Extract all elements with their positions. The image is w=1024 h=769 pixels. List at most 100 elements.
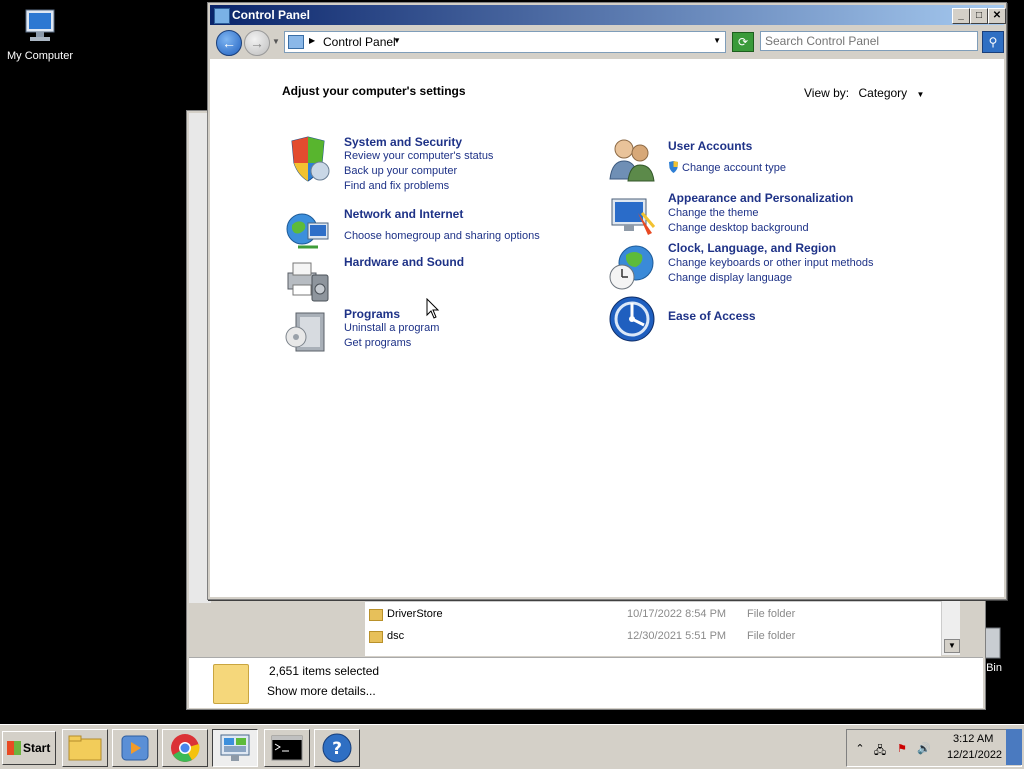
category-system-and-security: System and Security Review your computer… <box>284 135 584 195</box>
volume-icon[interactable]: 🔊 <box>917 742 931 756</box>
show-more-details-link[interactable]: Show more details... <box>267 684 376 698</box>
control-panel-icon <box>288 35 304 49</box>
category-title[interactable]: Network and Internet <box>344 207 463 221</box>
chevron-down-icon[interactable]: ▼ <box>917 90 925 99</box>
clock-globe-icon[interactable] <box>608 243 656 291</box>
taskbar: Start ? ⌃ 🖧 ⚑ 🔊 3:12 AM 12/21/2022 <box>0 724 1024 769</box>
taskbar-explorer-button[interactable] <box>62 729 108 767</box>
category-link[interactable]: Review your computer's status <box>344 150 493 162</box>
scroll-down-button[interactable]: ▼ <box>944 639 960 653</box>
ease-of-access-icon[interactable] <box>608 295 656 343</box>
taskbar-control-panel-button[interactable] <box>212 729 258 767</box>
command-prompt-icon <box>271 735 303 761</box>
category-appearance-and-personalization: Appearance and Personalization Change th… <box>608 187 938 235</box>
category-link[interactable]: Get programs <box>344 337 411 349</box>
globe-network-icon[interactable] <box>284 207 332 255</box>
page-title: Adjust your computer's settings <box>282 84 466 98</box>
taskbar-chrome-button[interactable] <box>162 729 208 767</box>
folder-icon <box>213 664 249 704</box>
file-type: File folder <box>747 608 796 620</box>
category-title[interactable]: User Accounts <box>668 139 752 153</box>
close-button[interactable]: ✕ <box>988 8 1006 24</box>
refresh-icon: ⟳ <box>737 35 749 49</box>
breadcrumb-control-panel[interactable]: Control Panel <box>323 35 396 49</box>
taskbar-cmd-button[interactable] <box>264 729 310 767</box>
my-computer-desktop-icon[interactable]: My Computer <box>0 8 80 62</box>
list-item[interactable]: DriverStore 10/17/2022 8:54 PM File fold… <box>365 604 941 626</box>
forward-button[interactable]: → <box>244 30 270 56</box>
clock-date[interactable]: 12/21/2022 <box>947 749 1002 761</box>
maximize-button[interactable]: □ <box>970 8 988 24</box>
category-network-and-internet: Network and Internet Choose homegroup an… <box>284 207 584 255</box>
window-title: Control Panel <box>232 8 311 22</box>
address-dropdown-icon[interactable]: ▼ <box>713 36 721 45</box>
monitor-paint-icon[interactable] <box>608 193 656 241</box>
chrome-icon <box>171 734 200 762</box>
view-by-label: View by: <box>804 86 850 100</box>
my-computer-label: My Computer <box>6 50 74 62</box>
category-title[interactable]: Clock, Language, and Region <box>668 241 836 255</box>
category-title[interactable]: Ease of Access <box>668 309 756 323</box>
network-icon[interactable]: 🖧 <box>873 742 887 757</box>
category-title[interactable]: Programs <box>344 307 400 321</box>
category-link[interactable]: Uninstall a program <box>344 322 439 334</box>
search-input[interactable] <box>760 31 978 51</box>
items-selected-text: 2,651 items selected <box>269 664 380 678</box>
control-panel-icon <box>214 8 230 24</box>
programs-box-icon[interactable] <box>284 307 332 355</box>
show-desktop-button[interactable] <box>1006 729 1022 765</box>
category-title[interactable]: Appearance and Personalization <box>668 191 853 205</box>
category-title[interactable]: Hardware and Sound <box>344 255 464 269</box>
category-title[interactable]: System and Security <box>344 135 462 149</box>
file-name: DriverStore <box>387 608 443 620</box>
view-by-control: View by: Category ▼ <box>804 86 924 100</box>
chevron-right-icon[interactable]: ▶ <box>309 36 315 45</box>
navigation-toolbar: ← → ▼ ▶ Control Panel ▼ ▼ ⟳ ⚲ <box>210 27 1004 57</box>
back-button[interactable]: ← <box>216 30 242 56</box>
back-arrow-icon: ← <box>222 35 236 51</box>
control-panel-window[interactable]: Control Panel _ □ ✕ ← → ▼ ▶ Control Pane… <box>207 2 1007 600</box>
taskbar-help-button[interactable]: ? <box>314 729 360 767</box>
file-date: 10/17/2022 8:54 PM <box>627 608 727 620</box>
category-ease-of-access: Ease of Access <box>608 295 938 343</box>
category-clock-language-and-region: Clock, Language, and Region Change keybo… <box>608 241 938 293</box>
file-name: dsc <box>387 630 405 642</box>
action-center-flag-icon[interactable]: ⚑ <box>895 742 909 756</box>
forward-arrow-icon: → <box>250 35 264 51</box>
search-button[interactable]: ⚲ <box>982 31 1004 53</box>
minimize-button[interactable]: _ <box>952 8 970 24</box>
taskbar-media-player-button[interactable] <box>112 729 158 767</box>
users-icon[interactable] <box>608 135 656 183</box>
view-by-dropdown[interactable]: Category <box>858 86 907 100</box>
clock-time[interactable]: 3:12 AM <box>953 733 993 745</box>
category-link[interactable]: Change the theme <box>668 207 759 219</box>
details-pane: 2,651 items selected Show more details..… <box>189 657 983 708</box>
computer-icon <box>25 9 55 41</box>
address-bar[interactable]: ▶ Control Panel ▼ ▼ <box>284 31 726 53</box>
category-link[interactable]: Change keyboards or other input methods <box>668 257 873 269</box>
control-panel-icon <box>220 734 250 761</box>
chevron-down-icon[interactable]: ▼ <box>393 36 401 45</box>
system-tray: ⌃ 🖧 ⚑ 🔊 3:12 AM 12/21/2022 <box>846 729 1022 767</box>
category-link[interactable]: Change desktop background <box>668 222 809 234</box>
printer-speaker-icon[interactable] <box>284 255 332 303</box>
folder-icon <box>369 609 383 621</box>
control-panel-content: Adjust your computer's settings View by:… <box>210 59 1004 597</box>
show-hidden-icons-chevron-icon[interactable]: ⌃ <box>853 742 867 756</box>
windows-logo-icon <box>7 741 21 755</box>
category-link[interactable]: Change display language <box>668 272 792 284</box>
category-link[interactable]: Choose homegroup and sharing options <box>344 230 540 242</box>
list-item[interactable]: dsc 12/30/2021 5:51 PM File folder <box>365 626 941 648</box>
start-button[interactable]: Start <box>2 731 56 765</box>
category-link[interactable]: Change account type <box>682 162 786 174</box>
category-link[interactable]: Back up your computer <box>344 165 457 177</box>
history-dropdown-icon[interactable]: ▼ <box>272 37 280 46</box>
title-bar[interactable]: Control Panel _ □ ✕ <box>210 5 1006 25</box>
refresh-button[interactable]: ⟳ <box>732 32 754 52</box>
shield-icon[interactable] <box>284 135 332 183</box>
category-link[interactable]: Find and fix problems <box>344 180 449 192</box>
mouse-cursor-icon <box>426 298 440 319</box>
file-type: File folder <box>747 630 796 642</box>
vertical-scrollbar[interactable]: ▼ <box>941 601 960 655</box>
category-link-with-shield[interactable]: Change account type <box>668 161 786 174</box>
